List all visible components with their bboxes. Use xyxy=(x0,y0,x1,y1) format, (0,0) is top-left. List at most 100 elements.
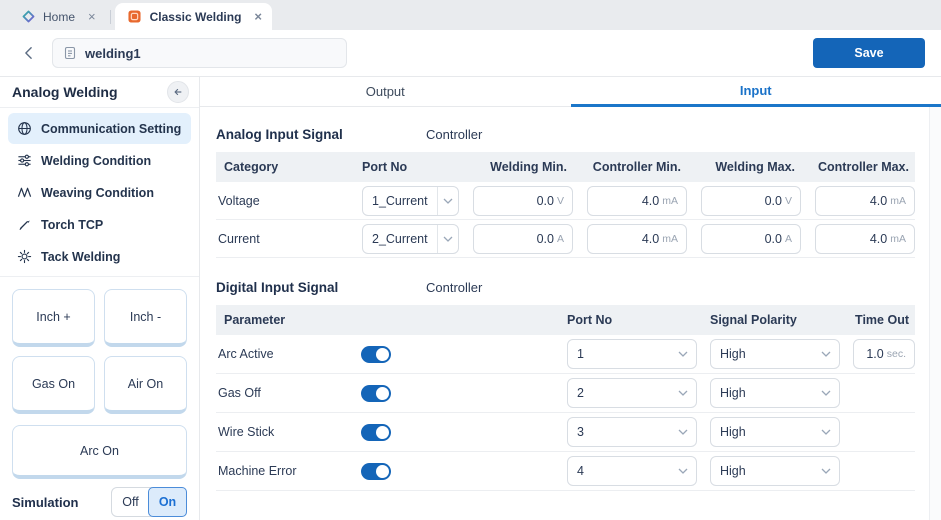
simulation-label: Simulation xyxy=(12,495,78,510)
inch-plus-button[interactable]: Inch + xyxy=(12,289,95,347)
column-header: Port No xyxy=(362,160,459,174)
jog-button-panel: Inch + Inch - Gas On Air On Arc On xyxy=(0,279,199,479)
back-button[interactable] xyxy=(16,41,40,65)
main-panel: Output Input Analog Input Signal Control… xyxy=(200,77,941,520)
column-header: Controller Min. xyxy=(587,160,687,174)
controller-max-input[interactable]: 4.0mA xyxy=(815,186,915,216)
welding-app-icon xyxy=(127,9,143,25)
enable-toggle[interactable] xyxy=(361,385,391,402)
chevron-down-icon xyxy=(670,418,696,446)
port-select[interactable]: 2 xyxy=(567,378,697,408)
digital-row-arc-active: Arc Active 1 High xyxy=(216,335,915,374)
column-header: Port No xyxy=(567,313,697,327)
column-header: Controller Max. xyxy=(815,160,915,174)
polarity-select[interactable]: High xyxy=(710,456,840,486)
column-header: Welding Min. xyxy=(473,160,573,174)
document-icon xyxy=(63,46,77,60)
simulation-toggle-group: Off On xyxy=(111,487,187,517)
sidebar-nav: Communication Setting Welding Condition xyxy=(0,108,199,279)
sidebar: Analog Welding xyxy=(0,77,200,520)
category-label: Voltage xyxy=(216,194,348,208)
polarity-select[interactable]: High xyxy=(710,417,840,447)
enable-toggle[interactable] xyxy=(361,463,391,480)
welding-min-input[interactable]: 0.0V xyxy=(473,186,573,216)
chevron-down-icon xyxy=(813,457,839,485)
column-header: Time Out xyxy=(853,313,915,327)
chevron-down-icon xyxy=(437,225,458,253)
sidebar-item-welding-condition[interactable]: Welding Condition xyxy=(8,145,191,176)
tab-home[interactable]: Home × xyxy=(8,3,106,30)
port-select[interactable]: 4 xyxy=(567,456,697,486)
chevron-down-icon xyxy=(813,340,839,368)
sidebar-divider xyxy=(0,276,199,277)
analog-row-voltage: Voltage 1_Current 0.0V 4.0mA xyxy=(216,182,915,220)
polarity-select[interactable]: High xyxy=(710,378,840,408)
port-select[interactable]: 1 xyxy=(567,339,697,369)
controller-max-input[interactable]: 4.0mA xyxy=(815,224,915,254)
simulation-control: Simulation Off On xyxy=(0,479,199,520)
digital-section-title: Digital Input Signal xyxy=(216,280,426,295)
tab-label: Home xyxy=(43,10,75,24)
parameter-label: Arc Active xyxy=(216,347,348,361)
file-name-value: welding1 xyxy=(85,46,141,61)
digital-table-header: Parameter Port No Signal Polarity Time O… xyxy=(216,305,915,335)
chevron-down-icon xyxy=(670,379,696,407)
sidebar-item-torch-tcp[interactable]: Torch TCP xyxy=(8,209,191,240)
arrow-left-icon xyxy=(173,87,183,97)
port-select[interactable]: 2_Current xyxy=(362,224,459,254)
controller-min-input[interactable]: 4.0mA xyxy=(587,224,687,254)
chevron-left-icon xyxy=(24,46,33,60)
gear-icon xyxy=(16,249,32,265)
inch-minus-button[interactable]: Inch - xyxy=(104,289,187,347)
simulation-on-button[interactable]: On xyxy=(148,487,187,517)
chevron-down-icon xyxy=(670,457,696,485)
zigzag-icon xyxy=(16,185,32,201)
air-on-button[interactable]: Air On xyxy=(104,356,187,414)
close-icon[interactable]: × xyxy=(254,10,262,23)
analog-section-subtitle: Controller xyxy=(426,127,482,142)
controller-min-input[interactable]: 4.0mA xyxy=(587,186,687,216)
polarity-select[interactable]: High xyxy=(710,339,840,369)
save-button[interactable]: Save xyxy=(813,38,925,68)
arc-on-button[interactable]: Arc On xyxy=(12,425,187,479)
file-name-input[interactable]: welding1 xyxy=(52,38,347,68)
welding-max-input[interactable]: 0.0A xyxy=(701,224,801,254)
sidebar-item-weaving-condition[interactable]: Weaving Condition xyxy=(8,177,191,208)
close-icon[interactable]: × xyxy=(88,10,96,23)
port-select[interactable]: 3 xyxy=(567,417,697,447)
analog-table-header: Category Port No Welding Min. Controller… xyxy=(216,152,915,182)
io-tabs: Output Input xyxy=(200,77,941,107)
column-header: Category xyxy=(216,160,348,174)
sidebar-item-label: Torch TCP xyxy=(41,218,103,232)
tab-output[interactable]: Output xyxy=(200,77,571,107)
digital-row-gas-off: Gas Off 2 High xyxy=(216,374,915,413)
window-tab-bar: Home × Classic Welding × xyxy=(0,0,941,30)
timeout-input[interactable]: 1.0sec. xyxy=(853,339,915,369)
welding-max-input[interactable]: 0.0V xyxy=(701,186,801,216)
port-select[interactable]: 1_Current xyxy=(362,186,459,216)
enable-toggle[interactable] xyxy=(361,424,391,441)
tab-classic-welding[interactable]: Classic Welding × xyxy=(115,3,272,30)
digital-row-machine-error: Machine Error 4 High xyxy=(216,452,915,491)
tab-input[interactable]: Input xyxy=(571,77,941,107)
analog-row-current: Current 2_Current 0.0A 4.0mA xyxy=(216,220,915,258)
tab-separator xyxy=(110,10,111,24)
app-window: Home × Classic Welding × xyxy=(0,0,941,520)
chevron-down-icon xyxy=(437,187,458,215)
analog-section-title: Analog Input Signal xyxy=(216,127,426,142)
welding-min-input[interactable]: 0.0A xyxy=(473,224,573,254)
sidebar-item-communication-setting[interactable]: Communication Setting xyxy=(8,113,191,144)
parameter-label: Machine Error xyxy=(216,464,348,478)
sidebar-item-label: Communication Setting xyxy=(41,122,181,136)
simulation-off-button[interactable]: Off xyxy=(112,488,149,516)
sidebar-item-tack-welding[interactable]: Tack Welding xyxy=(8,241,191,272)
collapse-sidebar-button[interactable] xyxy=(167,81,189,103)
enable-toggle[interactable] xyxy=(361,346,391,363)
scrollbar-gutter[interactable] xyxy=(929,107,941,520)
parameter-label: Gas Off xyxy=(216,386,348,400)
parameter-label: Wire Stick xyxy=(216,425,348,439)
category-label: Current xyxy=(216,232,348,246)
tab-label: Classic Welding xyxy=(150,10,242,24)
gas-on-button[interactable]: Gas On xyxy=(12,356,95,414)
chevron-down-icon xyxy=(670,340,696,368)
